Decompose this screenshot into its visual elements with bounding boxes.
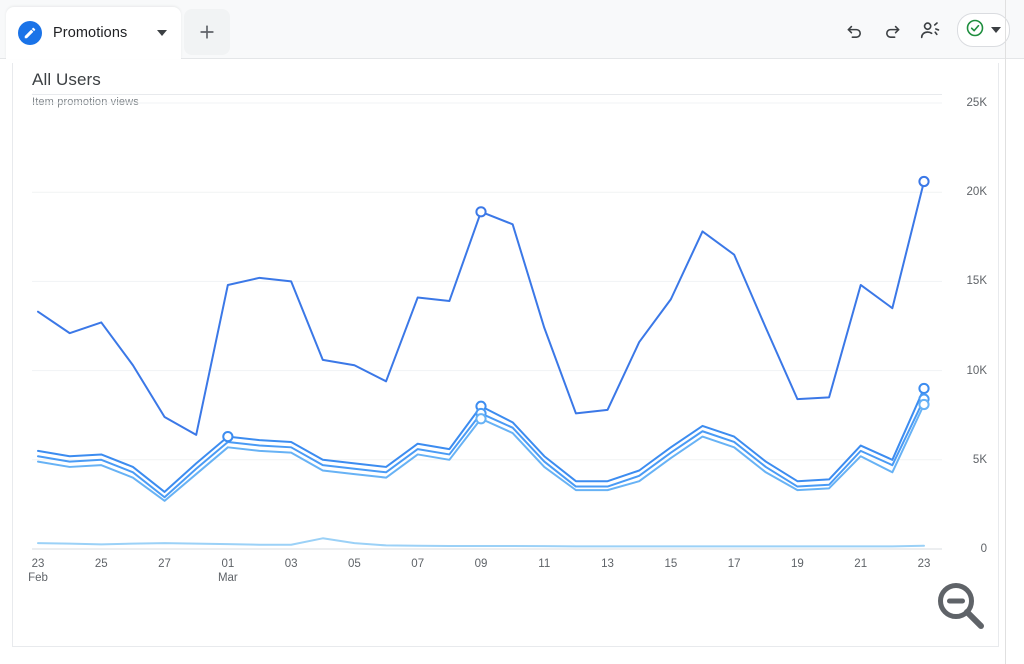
x-axis-tick: 09 xyxy=(474,558,488,570)
chart-card: All Users Item promotion views 0 5K 10K 15K… xyxy=(12,63,999,647)
status-badge[interactable] xyxy=(957,13,1010,47)
top-toolbar: Promotions xyxy=(0,0,1024,59)
undo-button[interactable] xyxy=(837,13,871,47)
tab-promotions[interactable]: Promotions xyxy=(6,7,182,59)
x-axis-tick: 19 xyxy=(791,558,804,570)
x-axis-tick: 07 xyxy=(411,558,425,570)
x-axis-tick: 05 xyxy=(348,558,361,570)
window-right-edge xyxy=(1005,0,1006,664)
y-axis-tick: 15K xyxy=(966,275,987,288)
page-title: All Users xyxy=(32,70,101,89)
x-axis-labels: 23 Feb 25 27 01 Mar 03 05 07 09 11 13 15 17 19 21 23 xyxy=(28,557,942,593)
x-axis-tick: 13 xyxy=(601,558,614,570)
undo-icon xyxy=(844,20,865,41)
anomaly-marker xyxy=(222,431,234,443)
plus-icon xyxy=(197,22,217,42)
x-axis-tick: 25 xyxy=(94,558,108,570)
anomaly-marker xyxy=(918,398,930,411)
x-axis-tick: 17 xyxy=(727,558,741,570)
tab-strip: Promotions xyxy=(6,7,231,59)
redo-icon xyxy=(882,20,903,41)
series-line xyxy=(37,537,925,548)
person-add-icon xyxy=(919,19,942,42)
tab-label: Promotions xyxy=(53,25,128,41)
app-root: Promotions All Users Item promotion view… xyxy=(0,0,1024,664)
y-axis-tick: 0 xyxy=(980,543,987,555)
chevron-down-icon[interactable] xyxy=(157,30,168,36)
y-axis-tick: 5K xyxy=(972,453,987,466)
x-axis-tick: 15 xyxy=(664,558,678,570)
series-line xyxy=(37,180,925,436)
line-chart-plot[interactable] xyxy=(32,93,942,557)
y-axis-tick: 25K xyxy=(966,97,987,109)
x-axis-tick: 03 xyxy=(284,558,298,570)
add-tab-button[interactable] xyxy=(184,9,231,55)
anomaly-marker xyxy=(918,175,930,188)
check-circle-icon xyxy=(965,18,985,43)
anomaly-marker xyxy=(475,413,487,425)
y-axis-labels: 0 5K 10K 15K 20K 25K xyxy=(953,93,998,557)
pencil-icon xyxy=(18,21,42,45)
x-axis-tick: 11 xyxy=(538,558,551,570)
y-axis-tick: 10K xyxy=(966,364,987,377)
x-axis-tick: 01 Mar xyxy=(217,558,238,584)
x-axis-tick: 23 xyxy=(917,558,931,570)
x-axis-tick: 27 xyxy=(158,558,171,570)
y-axis-tick: 20K xyxy=(966,186,987,199)
redo-button[interactable] xyxy=(875,13,909,47)
anomaly-marker xyxy=(918,382,930,395)
toolbar-actions xyxy=(837,13,1010,47)
x-axis-tick: 23 Feb xyxy=(28,558,48,584)
anomaly-marker xyxy=(475,206,487,218)
x-axis-tick: 21 xyxy=(854,558,868,570)
chevron-down-icon xyxy=(991,27,1001,33)
share-button[interactable] xyxy=(913,13,947,47)
chart-svg xyxy=(32,102,942,550)
